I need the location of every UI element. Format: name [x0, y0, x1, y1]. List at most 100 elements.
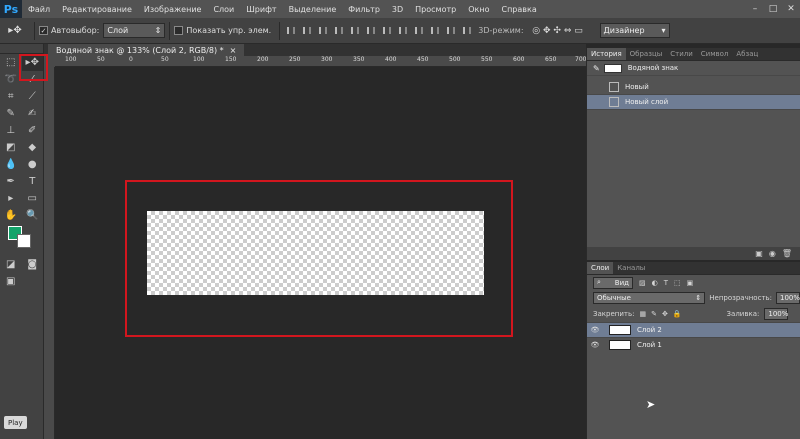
clone-stamp-tool-icon[interactable]: ⊥ — [0, 122, 22, 139]
show-controls-checkbox[interactable] — [174, 26, 184, 35]
distribute-bottom-icon[interactable] — [412, 24, 426, 38]
history-item[interactable]: Новый — [587, 80, 800, 95]
tab-history[interactable]: История — [587, 48, 626, 60]
hand-tool-icon[interactable]: ✋ — [0, 207, 22, 224]
ruler-tick: 100 — [65, 56, 77, 63]
default-colors-icon[interactable]: ◪ — [0, 256, 22, 273]
history-snapshot[interactable]: ✎ Водяной знак — [587, 61, 800, 76]
history-item[interactable]: Новый слой — [587, 95, 800, 110]
menu-window[interactable]: Окно — [462, 5, 495, 14]
snapshot-icon[interactable]: ◉ — [769, 249, 776, 258]
move-tool-icon[interactable]: ▸✥ — [21, 54, 43, 71]
menu-layers[interactable]: Слои — [207, 5, 240, 14]
transparent-canvas[interactable] — [147, 211, 484, 295]
snapshot-thumbnail — [603, 63, 622, 73]
menu-select[interactable]: Выделение — [283, 5, 343, 14]
layer-row[interactable]: 👁 Слой 2 — [587, 322, 800, 337]
tab-styles[interactable]: Стили — [666, 48, 697, 60]
background-color-swatch[interactable] — [17, 234, 31, 248]
maximize-icon[interactable]: □ — [764, 0, 782, 18]
play-button[interactable]: Play — [4, 416, 27, 429]
minimize-icon[interactable]: – — [746, 0, 764, 18]
lock-all-icon[interactable]: 🔒 — [673, 310, 682, 318]
screen-mode-icon[interactable]: ▣ — [0, 273, 22, 290]
layer-filter-dropdown[interactable]: ⌕ Вид — [593, 276, 633, 289]
blur-tool-icon[interactable]: 💧 — [0, 156, 22, 173]
lock-pixels-icon[interactable]: ✎ — [651, 310, 657, 318]
align-left-icon[interactable] — [332, 24, 346, 38]
move-tool-preset-icon[interactable]: ▸✥ — [0, 20, 30, 42]
document-tab[interactable]: Водяной знак @ 133% (Слой 2, RGB/8) * × — [48, 44, 245, 56]
menu-file[interactable]: Файл — [22, 5, 56, 14]
ruler-horizontal: 100 50 0 50 100 150 200 250 300 350 400 … — [55, 56, 586, 67]
tab-character[interactable]: Символ — [697, 48, 733, 60]
lasso-tool-icon[interactable]: ➰ — [0, 71, 22, 88]
fill-input[interactable]: 100% — [764, 308, 788, 320]
blend-mode-dropdown[interactable]: Обычные ⇕ — [593, 292, 706, 304]
align-right-icon[interactable] — [364, 24, 378, 38]
tab-layers[interactable]: Слои — [587, 262, 614, 274]
menu-help[interactable]: Справка — [495, 5, 542, 14]
paint-bucket-tool-icon[interactable]: ◆ — [22, 139, 44, 156]
zoom-tool-icon[interactable]: 🔍 — [22, 207, 44, 224]
filter-shape-icon[interactable]: ⬚ — [674, 279, 681, 287]
path-selection-tool-icon[interactable]: ▸ — [0, 190, 22, 207]
menu-3d[interactable]: 3D — [386, 5, 409, 14]
align-vcenter-icon[interactable] — [300, 24, 314, 38]
magic-wand-tool-icon[interactable]: ⁄ — [22, 71, 44, 88]
layer-row[interactable]: 👁 Слой 1 — [587, 337, 800, 352]
menu-image[interactable]: Изображение — [138, 5, 208, 14]
align-top-icon[interactable] — [284, 24, 298, 38]
new-document-from-state-icon[interactable]: ▣ — [755, 249, 763, 258]
distribute-left-icon[interactable] — [428, 24, 442, 38]
tab-channels[interactable]: Каналы — [613, 262, 649, 274]
pen-tool-icon[interactable]: ✒ — [0, 173, 22, 190]
menu-filter[interactable]: Фильтр — [342, 5, 386, 14]
crop-tool-icon[interactable]: ⌗ — [0, 88, 22, 105]
workspace-dropdown[interactable]: Дизайнер ▾ — [599, 23, 670, 38]
autoselect-checkbox[interactable]: ✓ — [39, 26, 48, 35]
menu-view[interactable]: Просмотр — [409, 5, 462, 14]
ruler-tick: 600 — [513, 56, 525, 63]
marquee-tool-icon[interactable]: ⬚ — [0, 54, 22, 71]
type-tool-icon[interactable]: T — [22, 173, 44, 190]
toolbox-grip[interactable] — [0, 44, 43, 54]
tab-swatches[interactable]: Образцы — [626, 48, 667, 60]
canvas-workspace[interactable] — [55, 67, 586, 439]
healing-brush-tool-icon[interactable]: ✎ — [0, 105, 22, 122]
layer-name: Слой 1 — [637, 341, 662, 349]
eye-icon[interactable]: 👁 — [587, 341, 603, 349]
opacity-input[interactable]: 100% — [776, 292, 800, 304]
trash-icon[interactable]: 🗑 — [782, 249, 792, 258]
history-panel-footer: ▣ ◉ 🗑 — [587, 247, 800, 260]
filter-pixel-icon[interactable]: ▨ — [639, 279, 646, 287]
close-icon[interactable]: × — [230, 46, 237, 55]
eye-icon[interactable]: 👁 — [587, 326, 603, 334]
close-icon[interactable]: ✕ — [782, 0, 800, 18]
color-swatches — [0, 224, 43, 256]
lock-transparency-icon[interactable]: ▦ — [639, 310, 646, 318]
3d-mode-icons[interactable]: ◎ ✥ ✣ ⇔ ▭ — [528, 20, 588, 42]
quick-mask-icon[interactable]: ◙ — [22, 256, 44, 273]
lock-position-icon[interactable]: ✥ — [662, 310, 668, 318]
brush-tool-icon[interactable]: ✍ — [22, 105, 44, 122]
filter-smart-object-icon[interactable]: ▣ — [687, 279, 694, 287]
distribute-hcenter-icon[interactable] — [444, 24, 458, 38]
eyedropper-tool-icon[interactable]: ⟋ — [22, 88, 44, 105]
tab-paragraph[interactable]: Абзац — [732, 48, 762, 60]
menu-type[interactable]: Шрифт — [240, 5, 282, 14]
distribute-right-icon[interactable] — [460, 24, 474, 38]
distribute-top-icon[interactable] — [380, 24, 394, 38]
filter-adjustment-icon[interactable]: ◐ — [652, 279, 658, 287]
autoselect-dropdown[interactable]: Слой ⇕ — [103, 23, 166, 38]
chevron-down-icon: ⇕ — [695, 294, 702, 302]
eraser-tool-icon[interactable]: ◩ — [0, 139, 22, 156]
align-bottom-icon[interactable] — [316, 24, 330, 38]
dodge-tool-icon[interactable]: ● — [22, 156, 44, 173]
history-brush-tool-icon[interactable]: ✐ — [22, 122, 44, 139]
distribute-vcenter-icon[interactable] — [396, 24, 410, 38]
filter-type-icon[interactable]: T — [664, 279, 668, 287]
align-hcenter-icon[interactable] — [348, 24, 362, 38]
rectangle-tool-icon[interactable]: ▭ — [22, 190, 44, 207]
menu-edit[interactable]: Редактирование — [56, 5, 138, 14]
